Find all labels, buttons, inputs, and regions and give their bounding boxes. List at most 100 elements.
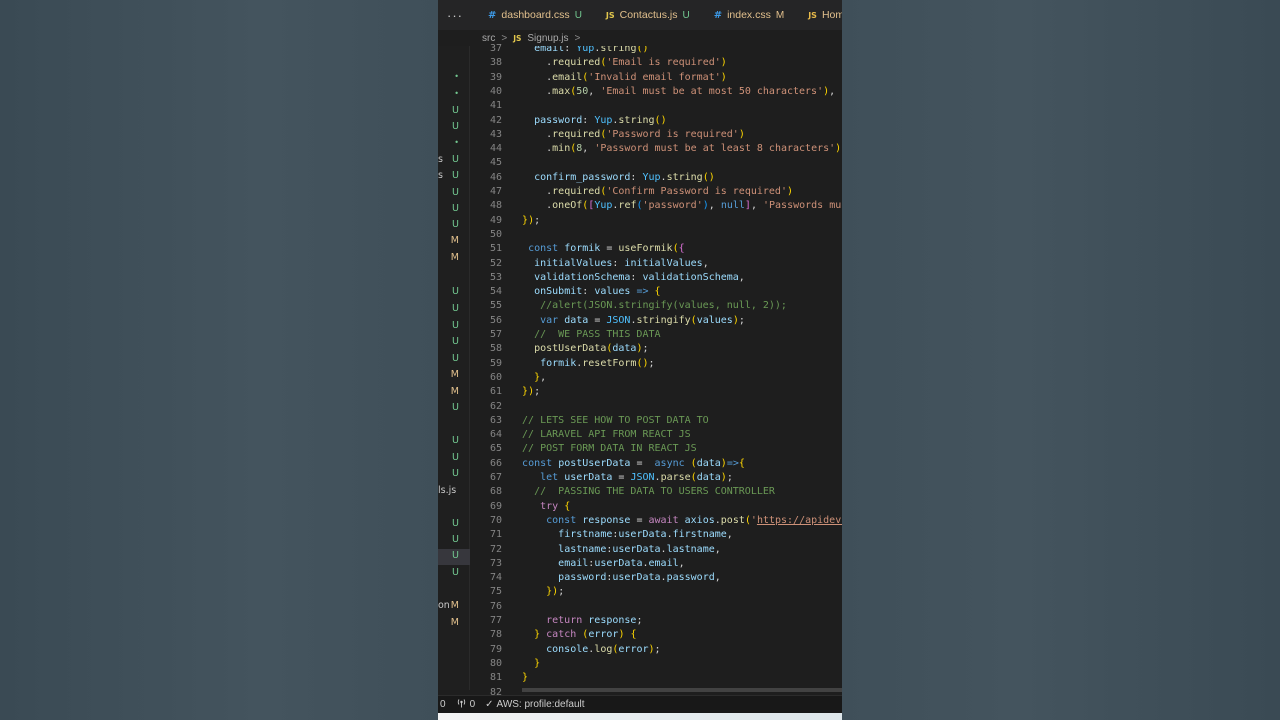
line-number: 45 [489, 157, 502, 169]
explorer-item[interactable]: U [438, 335, 470, 351]
explorer-item[interactable]: M [438, 385, 470, 401]
breadcrumb-file[interactable]: Signup.js [527, 33, 568, 44]
explorer-item[interactable] [438, 267, 470, 283]
code-line[interactable]: .required('Password is required') [510, 128, 745, 142]
code-line[interactable]: firstname:userData.firstname, [510, 528, 733, 542]
tab-label: dashboard.css [501, 9, 570, 21]
status-aws-profile[interactable]: ✓ AWS: profile:default [485, 699, 584, 710]
explorer-item[interactable]: M [438, 251, 470, 267]
code-line[interactable]: // WE PASS THIS DATA [510, 328, 660, 342]
code-line[interactable]: let userData = JSON.parse(data); [510, 471, 733, 485]
explorer-item[interactable]: U [438, 202, 470, 218]
explorer-item[interactable]: U [438, 352, 470, 368]
explorer-item[interactable]: M [438, 234, 470, 250]
code-line[interactable]: password:userData.password, [510, 571, 721, 585]
code-line[interactable]: } catch (error) { [510, 628, 636, 642]
code-line[interactable]: var data = JSON.stringify(values); [510, 314, 745, 328]
code-line[interactable]: }); [510, 585, 564, 599]
code-line[interactable]: .required('Email is required') [510, 56, 727, 70]
explorer-item[interactable]: M [438, 616, 470, 632]
code-line[interactable]: } [510, 657, 540, 671]
code-line[interactable]: confirm_password: Yup.string() [510, 171, 715, 185]
explorer-item[interactable]: U [438, 319, 470, 335]
code-line[interactable]: // LARAVEL API FROM REACT JS [510, 428, 691, 442]
explorer-item[interactable]: M [438, 368, 470, 384]
line-number: 39 [489, 71, 502, 83]
explorer-item[interactable]: U [438, 549, 470, 565]
code-line[interactable]: onSubmit: values => { [510, 285, 660, 299]
explorer-item[interactable]: U [438, 566, 470, 582]
code-line[interactable]: try { [510, 500, 570, 514]
line-number: 41 [489, 100, 502, 112]
code-line[interactable]: .max(50, 'Email must be at most 50 chara… [510, 85, 835, 99]
explorer-item[interactable]: • [438, 88, 470, 104]
tab-contactus-js[interactable]: JS Contactus.js U [590, 0, 698, 30]
explorer-item[interactable]: U [438, 120, 470, 136]
code-line[interactable]: email: Yup.string() [510, 46, 648, 56]
code-line[interactable]: } [510, 671, 528, 685]
explorer-item[interactable] [438, 418, 470, 434]
code-line[interactable]: const response = await axios.post('https… [510, 514, 842, 528]
code-line[interactable]: validationSchema: validationSchema, [510, 271, 745, 285]
code-line[interactable]: postUserData(data); [510, 342, 648, 356]
explorer-item[interactable]: U [438, 285, 470, 301]
line-number: 68 [489, 486, 502, 498]
tab-index-css[interactable]: # index.css M [698, 0, 793, 30]
explorer-item[interactable]: U [438, 302, 470, 318]
explorer-item[interactable]: U [438, 218, 470, 234]
code-line[interactable]: // POST FORM DATA IN REACT JS [510, 442, 697, 456]
explorer-item[interactable]: U [438, 104, 470, 120]
horizontal-scrollbar[interactable] [522, 688, 842, 692]
code-line[interactable]: .min(8, 'Password must be at least 8 cha… [510, 142, 842, 156]
code-line[interactable]: lastname:userData.lastname, [510, 543, 721, 557]
line-number: 77 [489, 615, 502, 626]
explorer-item[interactable] [438, 583, 470, 599]
code-line[interactable]: console.log(error); [510, 643, 660, 657]
code-line[interactable]: formik.resetForm(); [510, 357, 654, 371]
code-line[interactable]: }, [510, 371, 546, 385]
explorer-item[interactable]: ls.js [438, 484, 470, 500]
code-line[interactable]: .oneOf([Yup.ref('password'), null], 'Pas… [510, 199, 842, 213]
code-line[interactable]: .email('Invalid email format') [510, 71, 727, 85]
explorer-item[interactable]: • [438, 71, 470, 87]
explorer-item[interactable]: U [438, 517, 470, 533]
code-line[interactable]: initialValues: initialValues, [510, 257, 709, 271]
explorer-item[interactable]: U [438, 467, 470, 483]
code-line[interactable]: }); [510, 214, 540, 228]
git-status-badge: • [454, 72, 459, 81]
explorer-item[interactable] [438, 501, 470, 517]
code-line[interactable]: //alert(JSON.stringify(values, null, 2))… [510, 299, 787, 313]
code-line[interactable]: const postUserData = async (data)=>{ [510, 457, 745, 471]
tab-dashboard-css[interactable]: # dashboard.css U [472, 0, 590, 30]
ports-count: 0 [469, 699, 476, 710]
code-line[interactable]: .required('Confirm Password is required'… [510, 185, 793, 199]
more-actions-icon[interactable]: ··· [438, 8, 472, 23]
explorer-item[interactable]: U [438, 451, 470, 467]
explorer-item[interactable]: • [438, 137, 470, 153]
explorer-item[interactable]: U [438, 401, 470, 417]
code-area[interactable]: email: Yup.string() .required('Email is … [510, 46, 842, 690]
explorer-item[interactable]: U [438, 533, 470, 549]
explorer-item[interactable]: sU [438, 153, 470, 169]
explorer-item[interactable]: sU [438, 169, 470, 185]
git-status-badge: M [450, 386, 459, 397]
code-line[interactable]: // LETS SEE HOW TO POST DATA TO [510, 414, 709, 428]
line-number: 43 [489, 128, 502, 140]
explorer-item[interactable]: on M [438, 599, 470, 615]
line-number: 58 [489, 343, 502, 355]
code-line[interactable]: // PASSING THE DATA TO USERS CONTROLLER [510, 485, 775, 499]
tab-home[interactable]: JS Hom [792, 0, 842, 30]
code-line[interactable]: return response; [510, 614, 642, 628]
line-number: 63 [489, 414, 502, 426]
code-line[interactable]: const formik = useFormik({ [510, 242, 685, 256]
git-status-badge: U [452, 435, 459, 446]
status-ports[interactable]: 0 [456, 698, 476, 711]
explorer-item[interactable]: U [438, 434, 470, 450]
code-line[interactable]: password: Yup.string() [510, 114, 667, 128]
code-line[interactable]: email:userData.email, [510, 557, 684, 571]
code-line[interactable]: }); [510, 385, 540, 399]
explorer-item[interactable]: U [438, 186, 470, 202]
status-errors[interactable]: 0 [440, 699, 446, 710]
code-editor-window: ··· # dashboard.css U JS Contactus.js U … [438, 0, 842, 720]
git-status-badge: U [452, 187, 459, 198]
